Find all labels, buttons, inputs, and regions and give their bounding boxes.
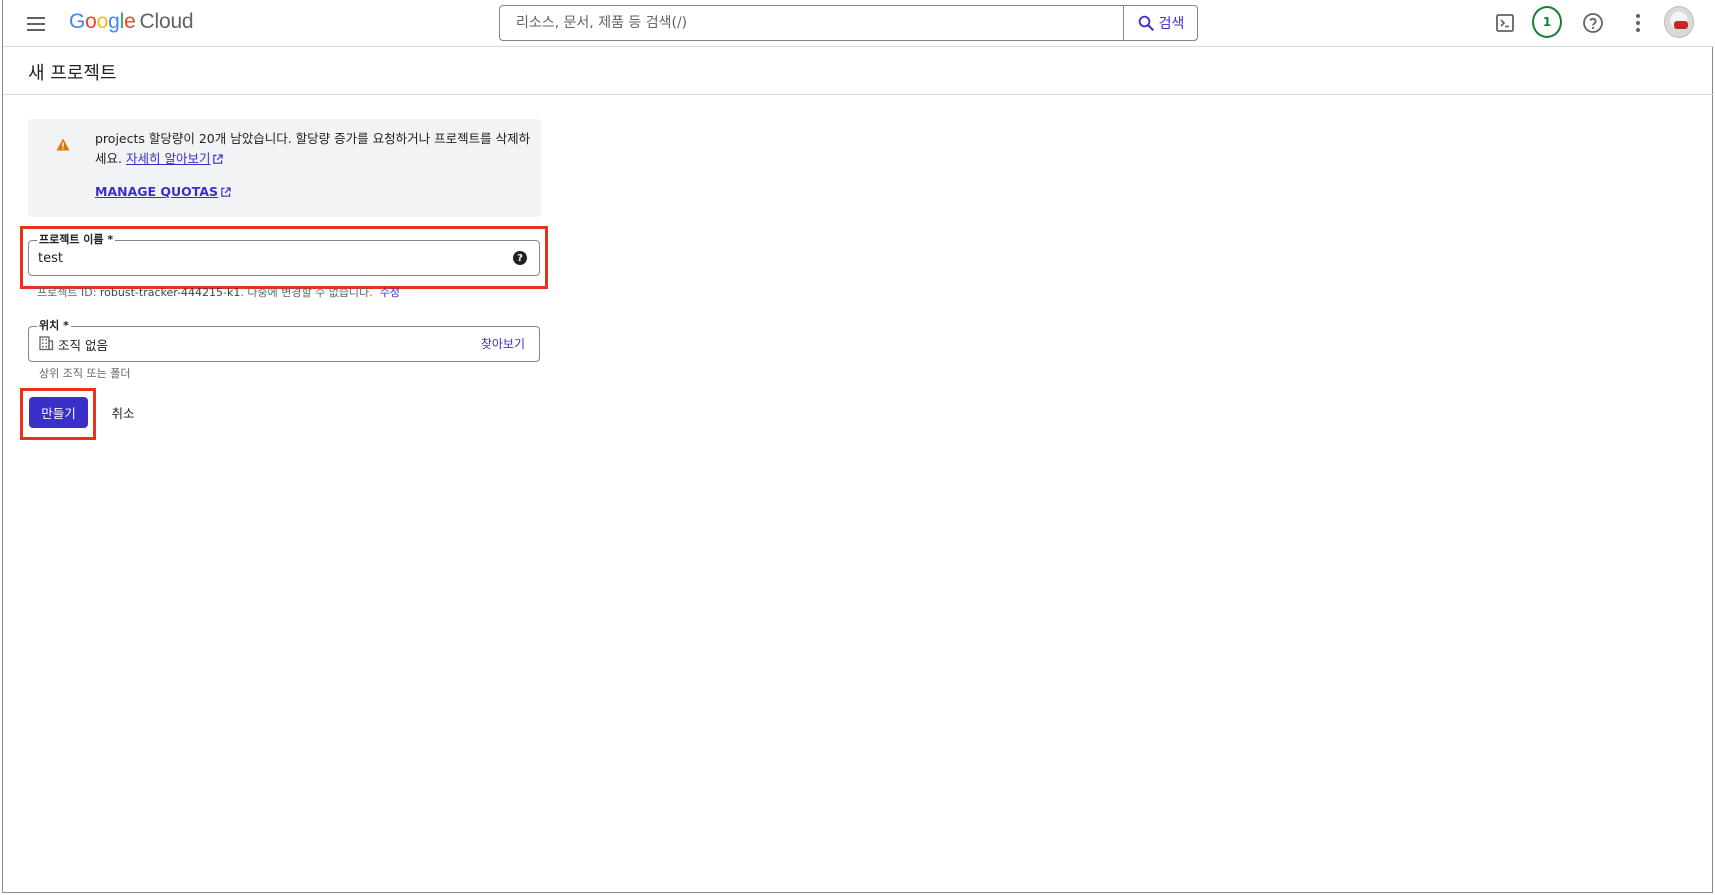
top-app-bar: GoogleCloud 검색 1: [3, 0, 1714, 47]
logo-letter: o: [85, 10, 97, 33]
manage-quotas-link[interactable]: MANAGE QUOTAS: [95, 184, 231, 199]
browse-button[interactable]: 찾아보기: [481, 335, 525, 352]
location-value: 조직 없음: [58, 338, 108, 353]
project-name-field: 프로젝트 이름 * ?: [28, 233, 540, 276]
location-hint: 상위 조직 또는 폴더: [39, 367, 131, 380]
search-bar: 검색: [499, 5, 1198, 41]
terminal-icon: [1496, 14, 1514, 32]
search-button-label: 검색: [1158, 16, 1185, 32]
learn-more-label: 자세히 알아보기: [125, 151, 211, 166]
learn-more-link[interactable]: 자세히 알아보기: [125, 151, 224, 166]
project-id-value: robust-tracker-444215-k1: [99, 286, 241, 299]
quota-warning-text: projects 할당량이 20개 남았습니다. 할당량 증가를 요청하거나 프…: [95, 129, 531, 169]
warning-icon: [56, 138, 70, 151]
project-id-suffix: . 나중에 변경할 수 없습니다.: [240, 286, 373, 299]
logo-cloud-text: Cloud: [139, 10, 194, 33]
create-button[interactable]: 만들기: [29, 397, 88, 428]
search-icon: [1138, 15, 1154, 31]
page-header: 새 프로젝트: [3, 47, 1714, 95]
help-button[interactable]: [1578, 8, 1608, 38]
external-link-icon: [221, 187, 231, 197]
manage-quotas-label: MANAGE QUOTAS: [95, 184, 219, 199]
help-icon[interactable]: ?: [513, 251, 527, 265]
project-name-label: 프로젝트 이름 *: [37, 233, 116, 247]
search-button[interactable]: 검색: [1123, 6, 1197, 40]
cloud-shell-button[interactable]: [1490, 8, 1520, 38]
project-name-input[interactable]: [38, 249, 458, 267]
logo-letter: e: [124, 10, 136, 33]
quota-warning-banner: projects 할당량이 20개 남았습니다. 할당량 증가를 요청하거나 프…: [28, 119, 541, 217]
notifications-button[interactable]: 1: [1532, 6, 1562, 38]
browser-frame: GoogleCloud 검색 1 새 프로젝트: [2, 0, 1714, 893]
project-id-prefix: 프로젝트 ID:: [37, 286, 97, 299]
organization-building-icon: [39, 336, 54, 351]
google-cloud-logo[interactable]: Google Cloud: [69, 10, 194, 36]
more-options-button[interactable]: [1623, 8, 1653, 38]
logo-letter: o: [96, 10, 109, 33]
notification-count-badge: 1: [1532, 6, 1562, 38]
help-circle-icon: [1583, 13, 1603, 33]
logo-letter: G: [69, 10, 86, 33]
location-label: 위치 *: [37, 319, 71, 333]
cancel-button[interactable]: 취소: [103, 397, 143, 428]
account-button[interactable]: [1664, 6, 1694, 38]
logo-google-text: Google: [69, 10, 136, 33]
page-title: 새 프로젝트: [28, 63, 117, 84]
logo-letter: g: [108, 10, 120, 33]
search-input[interactable]: [516, 13, 1096, 33]
location-field[interactable]: 위치 * 조직 없음 찾아보기: [28, 319, 540, 362]
external-link-icon: [213, 154, 224, 164]
avatar: [1664, 6, 1694, 38]
edit-project-id-link[interactable]: 수정: [380, 286, 400, 299]
more-vert-icon: [1636, 14, 1640, 32]
project-id-hint: 프로젝트 ID: robust-tracker-444215-k1. 나중에 변…: [37, 284, 400, 300]
hamburger-menu-icon[interactable]: [25, 12, 49, 36]
